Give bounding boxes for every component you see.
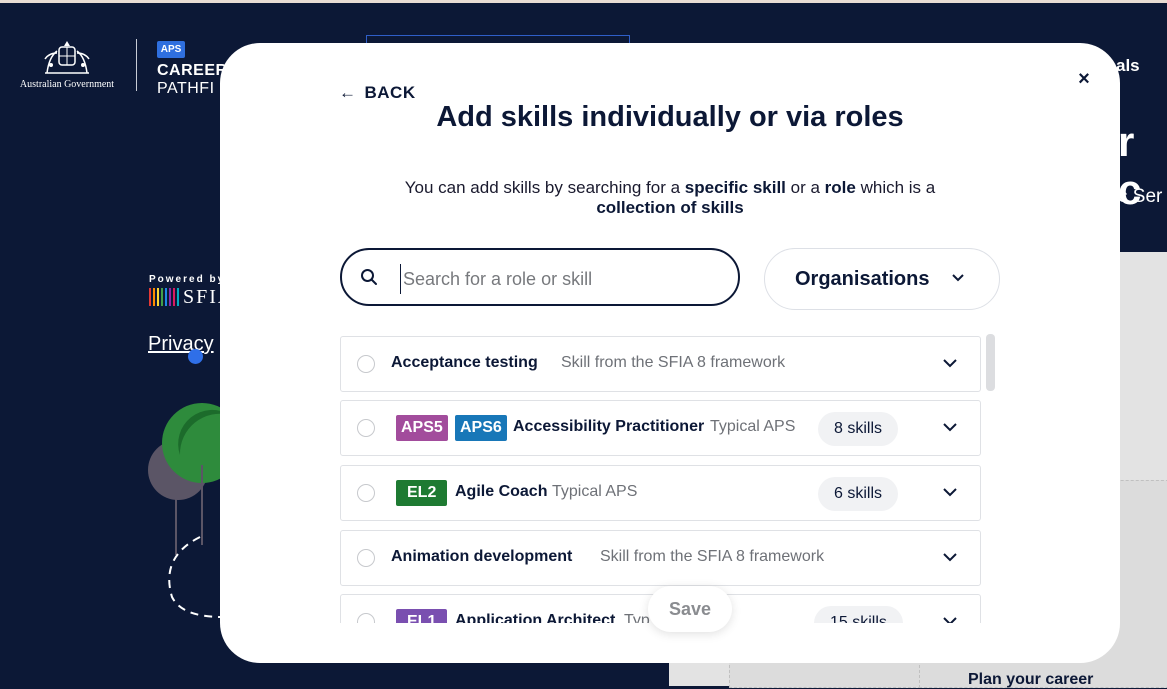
search-input[interactable] — [400, 264, 725, 294]
results-list[interactable]: Acceptance testing Skill from the SFIA 8… — [340, 336, 983, 623]
chevron-down-icon[interactable] — [942, 357, 958, 369]
chevron-down-icon[interactable] — [942, 551, 958, 563]
subtitle-text: or a — [785, 178, 825, 197]
select-radio[interactable] — [357, 484, 375, 502]
list-scrollbar[interactable] — [986, 334, 995, 391]
chevron-down-icon — [952, 274, 964, 282]
select-radio[interactable] — [357, 613, 375, 623]
organisations-label: Organisations — [795, 268, 930, 290]
item-description: Typical APS — [710, 418, 796, 435]
chevron-down-icon[interactable] — [942, 615, 958, 623]
hero-subtitle-fragment: c Ser — [1118, 186, 1163, 207]
search-box[interactable] — [340, 248, 740, 306]
list-item[interactable]: APS5 APS6 Accessibility Practitioner Typ… — [340, 400, 981, 456]
modal-title: Add skills individually or via roles — [436, 101, 904, 133]
subtitle-text: You can add skills by searching for a — [404, 178, 685, 197]
brand-line-1: CAREER — [157, 62, 228, 79]
item-name: Application Architect — [455, 612, 616, 623]
brand-line-2: PATHFI — [157, 80, 215, 97]
item-name: Accessibility Practitioner — [513, 418, 705, 435]
skills-count-pill: 15 skills — [814, 606, 903, 623]
item-description: Skill from the SFIA 8 framework — [600, 548, 825, 565]
back-button[interactable]: ← BACK — [339, 83, 416, 103]
search-icon — [361, 269, 377, 285]
level-badge: EL2 — [396, 480, 448, 506]
subtitle-text: which is a — [855, 178, 936, 197]
list-item[interactable]: Acceptance testing Skill from the SFIA 8… — [340, 336, 981, 392]
level-badge: APS5 — [396, 415, 448, 441]
item-description: Typical APS — [552, 483, 638, 500]
arrow-left-icon: ← — [339, 83, 357, 102]
header-divider — [136, 39, 137, 91]
back-label: BACK — [364, 83, 416, 102]
plan-career-heading: Plan your career — [968, 671, 1094, 688]
select-radio[interactable] — [357, 549, 375, 567]
skills-count-pill: 8 skills — [818, 412, 899, 446]
gov-name-text: Australian Government — [19, 79, 115, 90]
privacy-link[interactable]: Privacy — [148, 333, 214, 356]
close-button[interactable]: × — [1072, 67, 1096, 91]
item-name: Agile Coach — [455, 483, 548, 500]
modal-subtitle: You can add skills by searching for a sp… — [360, 178, 980, 218]
item-description: Typ — [624, 612, 650, 623]
tree-illustration — [148, 403, 230, 618]
item-name: Animation development — [391, 548, 573, 565]
chevron-down-icon[interactable] — [942, 486, 958, 498]
item-name: Acceptance testing — [391, 354, 538, 371]
subtitle-bold-collection: collection of skills — [596, 198, 744, 217]
item-description: Skill from the SFIA 8 framework — [561, 354, 786, 371]
save-button[interactable]: Save — [648, 586, 732, 632]
select-radio[interactable] — [357, 355, 375, 373]
level-badge: EL1 — [396, 609, 448, 623]
list-item[interactable]: Animation development Skill from the SFI… — [340, 530, 981, 586]
chevron-down-icon[interactable] — [942, 421, 958, 433]
add-skills-modal: × ← BACK Add skills individually or via r… — [220, 43, 1120, 663]
powered-by-label: Powered by — [149, 274, 226, 285]
focus-dot — [188, 349, 203, 364]
select-radio[interactable] — [357, 419, 375, 437]
sfia-logo-bars — [149, 288, 179, 306]
level-badge: APS6 — [455, 415, 507, 441]
organisations-dropdown[interactable]: Organisations — [764, 248, 1000, 310]
list-item[interactable]: EL2 Agile Coach Typical APS 6 skills — [340, 465, 981, 521]
subtitle-bold-skill: specific skill — [684, 178, 786, 197]
australian-government-logo[interactable]: Australian Government — [14, 37, 120, 90]
coat-of-arms-icon — [44, 41, 90, 74]
aps-badge: APS — [157, 41, 185, 58]
nav-link-fragment[interactable]: als — [1116, 56, 1140, 76]
subtitle-bold-role: role — [824, 178, 856, 197]
skills-count-pill: 6 skills — [818, 477, 899, 511]
